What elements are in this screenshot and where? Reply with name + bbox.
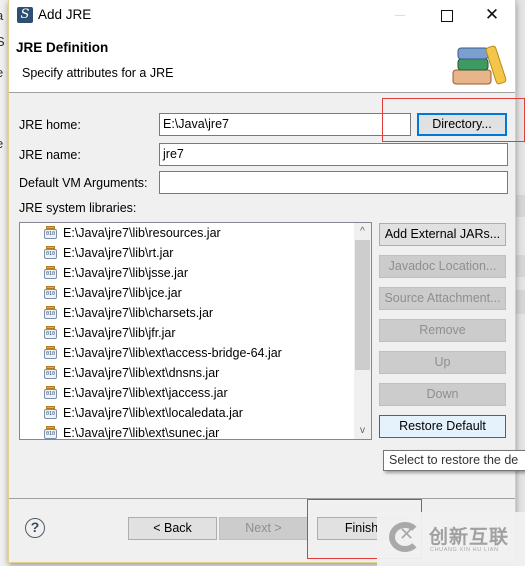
down-button[interactable]: Down: [379, 383, 506, 406]
jre-home-label: JRE home:: [19, 118, 81, 132]
list-item[interactable]: 010 E:\Java\jre7\lib\ext\localedata.jar: [44, 403, 243, 423]
next-button[interactable]: Next >: [219, 517, 308, 540]
list-item[interactable]: 010 E:\Java\jre7\lib\charsets.jar: [44, 303, 213, 323]
watermark-text: 创新互联: [429, 526, 510, 548]
app-logo-icon: S: [17, 7, 33, 23]
jre-name-input[interactable]: jre7: [159, 143, 508, 166]
maximize-button[interactable]: [423, 0, 469, 30]
jre-name-label: JRE name:: [19, 148, 81, 162]
watermark: 创新互联 CHUANG XIN HU LIAN: [377, 512, 525, 566]
add-external-jars-button[interactable]: Add External JARs...: [379, 223, 506, 246]
list-item[interactable]: 010 E:\Java\jre7\lib\jce.jar: [44, 283, 182, 303]
help-icon[interactable]: ?: [25, 518, 45, 538]
back-button[interactable]: < Back: [128, 517, 217, 540]
title-bar: S Add JRE ✕: [9, 0, 515, 30]
list-item[interactable]: 010 E:\Java\jre7\lib\ext\jaccess.jar: [44, 383, 228, 403]
books-icon: [452, 45, 507, 85]
watermark-logo-icon: [389, 522, 421, 552]
jar-icon: 010: [44, 226, 57, 239]
library-path: E:\Java\jre7\lib\jfr.jar: [63, 326, 176, 340]
source-attachment-button[interactable]: Source Attachment...: [379, 287, 506, 310]
library-path: E:\Java\jre7\lib\jsse.jar: [63, 266, 189, 280]
remove-button[interactable]: Remove: [379, 319, 506, 342]
libraries-label: JRE system libraries:: [19, 201, 137, 215]
jar-icon: 010: [44, 346, 57, 359]
footer-divider: [9, 498, 515, 499]
library-path: E:\Java\jre7\lib\jce.jar: [63, 286, 182, 300]
list-item[interactable]: 010 E:\Java\jre7\lib\jfr.jar: [44, 323, 176, 343]
scroll-thumb[interactable]: [355, 240, 370, 370]
jar-icon: 010: [44, 386, 57, 399]
up-button[interactable]: Up: [379, 351, 506, 374]
jar-icon: 010: [44, 426, 57, 439]
jre-home-input[interactable]: E:\Java\jre7: [159, 113, 411, 136]
background-fragment: e: [0, 136, 3, 151]
scroll-down-icon[interactable]: v: [354, 422, 371, 439]
libraries-list[interactable]: 010 E:\Java\jre7\lib\resources.jar 010 E:\…: [19, 222, 372, 440]
library-path: E:\Java\jre7\lib\ext\access-bridge-64.ja…: [63, 346, 282, 360]
background-fragment: e: [0, 65, 3, 80]
library-path: E:\Java\jre7\lib\ext\localedata.jar: [63, 406, 243, 420]
list-item[interactable]: 010 E:\Java\jre7\lib\resources.jar: [44, 223, 221, 243]
watermark-subtext: CHUANG XIN HU LIAN: [430, 547, 499, 553]
library-path: E:\Java\jre7\lib\ext\jaccess.jar: [63, 386, 228, 400]
vm-args-label: Default VM Arguments:: [19, 176, 148, 190]
add-jre-dialog: S Add JRE ✕ JRE Definition Specify attri…: [8, 0, 516, 563]
close-button[interactable]: ✕: [469, 0, 515, 30]
jar-icon: 010: [44, 266, 57, 279]
library-path: E:\Java\jre7\lib\resources.jar: [63, 226, 221, 240]
page-description: Specify attributes for a JRE: [22, 66, 174, 80]
jar-icon: 010: [44, 326, 57, 339]
library-path: E:\Java\jre7\lib\charsets.jar: [63, 306, 214, 320]
jar-icon: 010: [44, 366, 57, 379]
directory-button[interactable]: Directory...: [417, 113, 507, 136]
list-scrollbar[interactable]: ^ v: [354, 223, 371, 439]
library-path: E:\Java\jre7\lib\rt.jar: [63, 246, 174, 260]
page-title: JRE Definition: [16, 40, 109, 55]
list-item[interactable]: 010 E:\Java\jre7\lib\rt.jar: [44, 243, 173, 263]
list-item[interactable]: 010 E:\Java\jre7\lib\ext\dnsns.jar: [44, 363, 219, 383]
scroll-up-icon[interactable]: ^: [354, 223, 371, 240]
jar-icon: 010: [44, 406, 57, 419]
restore-default-tooltip: Select to restore the de: [383, 450, 525, 471]
library-path: E:\Java\jre7\lib\ext\dnsns.jar: [63, 366, 220, 380]
javadoc-location-button[interactable]: Javadoc Location...: [379, 255, 506, 278]
vm-args-input[interactable]: [159, 171, 508, 194]
list-item[interactable]: 010 E:\Java\jre7\lib\jsse.jar: [44, 263, 188, 283]
restore-default-button[interactable]: Restore Default: [379, 415, 506, 438]
window-title: Add JRE: [38, 7, 92, 22]
jar-icon: 010: [44, 286, 57, 299]
list-item[interactable]: 010 E:\Java\jre7\lib\ext\access-bridge-64…: [44, 343, 282, 363]
minimize-button[interactable]: [377, 0, 423, 30]
background-fragment: a: [0, 8, 3, 23]
background-fragment: S: [0, 34, 5, 49]
jar-icon: 010: [44, 246, 57, 259]
library-path: E:\Java\jre7\lib\ext\sunec.jar: [63, 426, 220, 440]
jar-icon: 010: [44, 306, 57, 319]
list-item[interactable]: 010 E:\Java\jre7\lib\ext\sunec.jar: [44, 423, 220, 440]
wizard-header: JRE Definition Specify attributes for a …: [9, 30, 515, 93]
